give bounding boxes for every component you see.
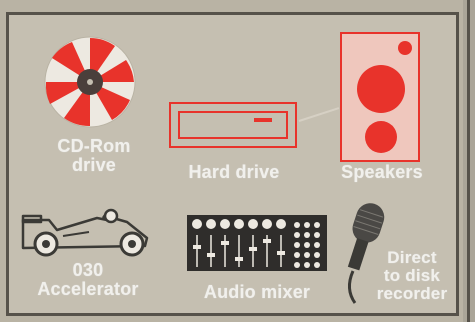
mixer-icon — [187, 215, 327, 271]
recorder-label-line1: Direct — [387, 248, 437, 267]
accelerator — [19, 208, 153, 258]
hard-drive — [168, 101, 300, 149]
audio-mixer — [187, 215, 327, 271]
equipment-panel: CD-Rom drive Hard drive Speakers 030 Acc… — [6, 12, 459, 316]
hard-drive-label: Hard drive — [188, 162, 280, 182]
race-car-icon — [21, 208, 149, 257]
accelerator-label-line1: 030 — [72, 260, 104, 280]
recorder-label-line2: to disk — [383, 265, 441, 285]
recorder-label: Direct to disk recorder — [367, 249, 457, 303]
accelerator-label-line2: Accelerator — [37, 278, 139, 299]
hard-drive-icon — [169, 102, 297, 148]
cdrom-label-line2: drive — [71, 154, 117, 175]
cdrom-label-line1: CD-Rom — [57, 136, 131, 156]
speakers-label: Speakers — [341, 162, 423, 182]
speakers — [339, 31, 423, 163]
recorder-label-line3: recorder — [376, 283, 448, 303]
accelerator-label: 030 Accelerator — [17, 261, 159, 299]
speaker-icon — [340, 32, 420, 162]
page-edge-line — [463, 0, 475, 322]
cd-disc-icon — [44, 36, 136, 128]
cdrom-label: CD-Rom drive — [39, 137, 149, 175]
cdrom-drive — [42, 34, 138, 130]
audio-mixer-label: Audio mixer — [203, 282, 311, 302]
connector-line — [298, 107, 340, 122]
